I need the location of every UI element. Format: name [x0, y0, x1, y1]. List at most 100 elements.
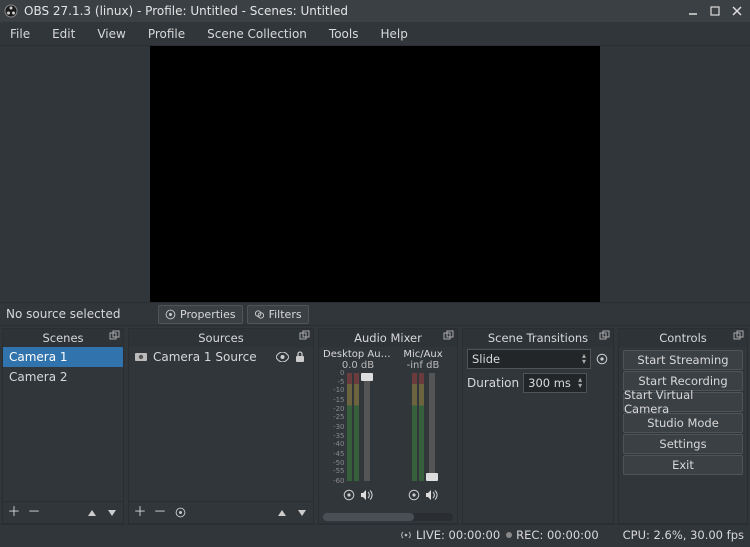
add-scene-button[interactable]: ＋	[7, 506, 21, 519]
mixer-scrollbar[interactable]	[323, 513, 453, 521]
scene-item[interactable]: Camera 1	[3, 347, 123, 367]
audio-mixer-panel: Audio Mixer Desktop Audio 0.0 dB 0-5-10-…	[318, 328, 458, 524]
exit-button[interactable]: Exit	[623, 455, 743, 475]
channel-name: Desktop Audio	[323, 349, 393, 360]
app-icon	[4, 4, 18, 18]
properties-label: Properties	[180, 308, 236, 321]
menu-edit[interactable]: Edit	[48, 25, 79, 43]
channel-config-button[interactable]	[407, 488, 421, 502]
sources-header: Sources	[129, 329, 313, 347]
mixer-title: Audio Mixer	[354, 331, 422, 345]
sources-list[interactable]: Camera 1 Source	[129, 347, 313, 501]
chevron-updown-icon: ▴▾	[582, 353, 586, 365]
cpu-text: CPU: 2.6%, 30.00 fps	[623, 528, 744, 542]
controls-panel: Controls Start Streaming Start Recording…	[618, 328, 748, 524]
mute-button[interactable]	[425, 488, 439, 502]
properties-button[interactable]: Properties	[158, 305, 243, 324]
controls-title: Controls	[659, 331, 707, 345]
camera-icon	[135, 352, 147, 362]
status-cpu: CPU: 2.6%, 30.00 fps	[623, 528, 744, 542]
volume-fader[interactable]	[364, 373, 370, 481]
dock-icon[interactable]	[299, 330, 311, 342]
window-title: OBS 27.1.3 (linux) - Profile: Untitled -…	[24, 4, 678, 18]
scene-up-button[interactable]	[85, 508, 99, 518]
remove-source-button[interactable]: －	[153, 506, 167, 519]
menu-scene-collection[interactable]: Scene Collection	[203, 25, 311, 43]
remove-scene-button[interactable]: －	[27, 506, 41, 519]
start-streaming-button[interactable]: Start Streaming	[623, 350, 743, 370]
channel-db: -inf dB	[407, 360, 440, 371]
mute-button[interactable]	[360, 488, 374, 502]
sources-panel: Sources Camera 1 Source ＋ －	[128, 328, 314, 524]
controls-header: Controls	[619, 329, 747, 347]
dock-icon[interactable]	[599, 330, 611, 342]
meter-ticks: 0-5-10-15-20-25-30-35-40-45-50-55-60	[333, 373, 347, 481]
menu-profile[interactable]: Profile	[144, 25, 189, 43]
dock-icon[interactable]	[443, 330, 455, 342]
transitions-header: Scene Transitions	[463, 329, 613, 347]
visibility-icon[interactable]	[275, 350, 289, 364]
duration-label: Duration	[467, 376, 519, 390]
fader-knob[interactable]	[361, 373, 373, 381]
add-source-button[interactable]: ＋	[133, 506, 147, 519]
statusbar: LIVE: 00:00:00 REC: 00:00:00 CPU: 2.6%, …	[0, 524, 750, 545]
studio-mode-button[interactable]: Studio Mode	[623, 413, 743, 433]
mixer-header: Audio Mixer	[319, 329, 457, 347]
scenes-title: Scenes	[42, 331, 83, 345]
broadcast-icon	[400, 529, 412, 541]
transition-current: Slide	[472, 352, 500, 366]
rec-text: REC: 00:00:00	[516, 528, 598, 542]
level-meter	[347, 373, 352, 481]
filters-icon	[254, 309, 265, 320]
titlebar: OBS 27.1.3 (linux) - Profile: Untitled -…	[0, 0, 750, 22]
filters-label: Filters	[269, 308, 302, 321]
dock-icon[interactable]	[109, 330, 121, 342]
channel-name: Mic/Aux	[393, 349, 453, 360]
menu-file[interactable]: File	[6, 25, 34, 43]
menubar: File Edit View Profile Scene Collection …	[0, 22, 750, 46]
close-button[interactable]	[728, 3, 746, 19]
mixer-channel: Mic/Aux -inf dB	[393, 349, 453, 513]
fader-knob[interactable]	[426, 473, 438, 481]
source-up-button[interactable]	[275, 508, 289, 518]
source-down-button[interactable]	[295, 508, 309, 518]
transition-config-button[interactable]	[595, 352, 609, 366]
transition-select[interactable]: Slide ▴▾	[467, 349, 591, 369]
lock-icon[interactable]	[293, 350, 307, 364]
scenes-panel: Scenes Camera 1 Camera 2 ＋ －	[2, 328, 124, 524]
level-meter	[412, 373, 417, 481]
preview-canvas[interactable]	[150, 46, 600, 302]
menu-view[interactable]: View	[93, 25, 129, 43]
dock-icon[interactable]	[733, 330, 745, 342]
live-text: LIVE: 00:00:00	[416, 528, 500, 542]
maximize-button[interactable]	[706, 3, 724, 19]
scrollbar-thumb[interactable]	[323, 513, 414, 521]
level-meter	[419, 373, 424, 481]
duration-spinbox[interactable]: 300 ms ▴▾	[523, 373, 587, 393]
status-rec: REC: 00:00:00	[506, 528, 598, 542]
gear-icon	[165, 309, 176, 320]
source-config-button[interactable]	[173, 507, 187, 518]
channel-config-button[interactable]	[342, 488, 356, 502]
scene-name: Camera 1	[9, 350, 68, 364]
scenes-header: Scenes	[3, 329, 123, 347]
status-live: LIVE: 00:00:00	[400, 528, 500, 542]
volume-fader[interactable]	[429, 373, 435, 481]
scenes-list[interactable]: Camera 1 Camera 2	[3, 347, 123, 501]
preview-area	[0, 46, 750, 302]
scene-down-button[interactable]	[105, 508, 119, 518]
duration-value: 300 ms	[528, 376, 571, 390]
sources-title: Sources	[198, 331, 244, 345]
source-info-bar: No source selected Properties Filters	[0, 302, 750, 326]
channel-db: 0.0 dB	[342, 360, 374, 371]
scene-name: Camera 2	[9, 370, 68, 384]
minimize-button[interactable]	[684, 3, 702, 19]
menu-help[interactable]: Help	[376, 25, 411, 43]
filters-button[interactable]: Filters	[247, 305, 309, 324]
settings-button[interactable]: Settings	[623, 434, 743, 454]
start-virtual-camera-button[interactable]: Start Virtual Camera	[623, 392, 743, 412]
menu-tools[interactable]: Tools	[325, 25, 363, 43]
sources-toolbar: ＋ －	[129, 501, 313, 523]
scene-item[interactable]: Camera 2	[3, 367, 123, 387]
source-item[interactable]: Camera 1 Source	[129, 347, 313, 367]
